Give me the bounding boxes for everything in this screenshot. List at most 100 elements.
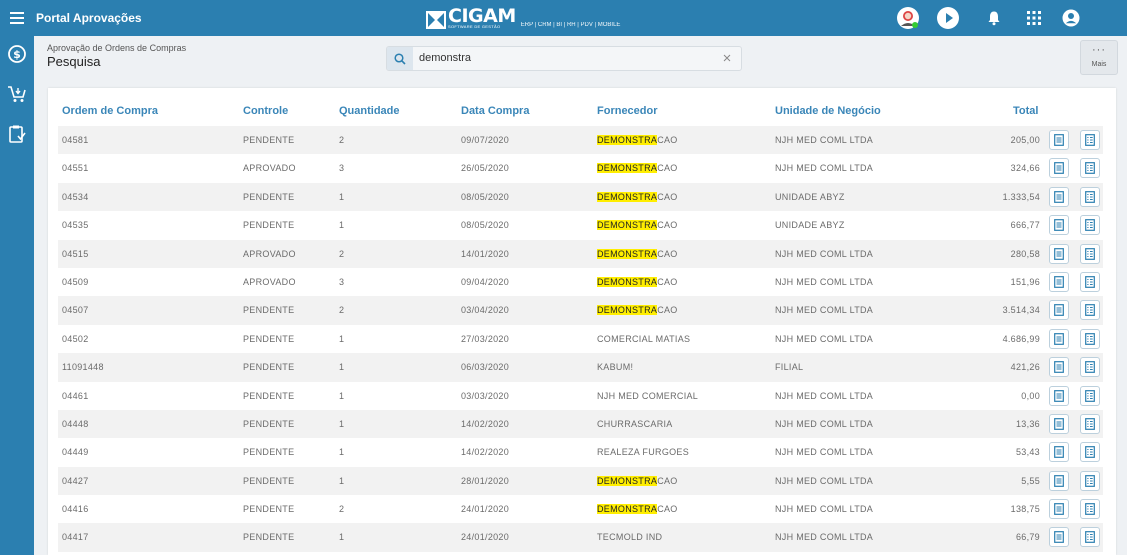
user-avatar-button[interactable]	[896, 6, 920, 30]
cell-ordem: 04461	[62, 390, 89, 401]
checklist-icon	[1085, 503, 1095, 515]
table-row[interactable]: 04581 PENDENTE 2 09/07/2020 DEMONSTRACAO NJH …	[58, 126, 1103, 155]
table-row[interactable]: 04507 PENDENTE 2 03/04/2020 DEMONSTRACAO NJH …	[58, 296, 1103, 325]
search-highlight: DEMONSTRA	[597, 220, 658, 231]
cell-fornecedor: DEMONSTRACAO	[597, 220, 678, 231]
cell-controle: PENDENTE	[243, 390, 295, 401]
view-document-button[interactable]	[1049, 527, 1069, 548]
sidebar-item-financial[interactable]: $	[7, 44, 27, 64]
view-document-button[interactable]	[1049, 413, 1069, 434]
view-items-button[interactable]	[1080, 470, 1100, 491]
checklist-icon	[1085, 190, 1095, 203]
table-row[interactable]: 04535 PENDENTE 1 08/05/2020 DEMONSTRACAO UNID…	[58, 211, 1103, 239]
view-items-button[interactable]	[1080, 158, 1100, 179]
table-row[interactable]: 04551 APROVADO 3 26/05/2020 DEMONSTRACAO NJH …	[58, 154, 1103, 182]
cell-quantidade: 1	[339, 390, 345, 401]
view-document-button[interactable]	[1049, 442, 1069, 463]
play-button[interactable]	[936, 6, 960, 30]
cell-fornecedor: DEMONSTRACAO	[597, 163, 678, 174]
sidebar-item-approvals[interactable]	[7, 124, 27, 144]
view-document-button[interactable]	[1049, 243, 1069, 264]
view-document-button[interactable]	[1049, 499, 1069, 520]
document-icon	[1054, 304, 1064, 317]
search-input[interactable]	[419, 50, 709, 66]
cell-quantidade: 1	[339, 333, 345, 344]
column-header-fornecedor[interactable]: Fornecedor	[597, 105, 658, 117]
sidebar-item-purchases[interactable]	[7, 84, 27, 104]
view-items-button[interactable]	[1080, 271, 1100, 292]
table-row[interactable]: 04502 PENDENTE 1 27/03/2020 COMERCIAL MATIAS…	[58, 325, 1103, 353]
table-row[interactable]: 04515 APROVADO 2 14/01/2020 DEMONSTRACAO NJH …	[58, 239, 1103, 268]
column-header-ordem[interactable]: Ordem de Compra	[62, 105, 158, 117]
cell-total: 53,43	[1015, 447, 1040, 458]
cell-total: 5,55	[1021, 475, 1040, 486]
column-header-total[interactable]: Total	[1013, 105, 1038, 117]
cell-total: 4.686,99	[1002, 333, 1040, 344]
view-items-button[interactable]	[1080, 499, 1100, 520]
document-icon	[1054, 531, 1064, 544]
fornecedor-text: NJH MED COMERCIAL	[597, 390, 699, 401]
column-header-data[interactable]: Data Compra	[461, 105, 529, 117]
table-row[interactable]: 04449 PENDENTE 1 14/02/2020 REALEZA FURGOES N…	[58, 438, 1103, 466]
view-document-button[interactable]	[1049, 215, 1069, 236]
view-items-button[interactable]	[1080, 300, 1100, 321]
account-button[interactable]	[1059, 6, 1083, 30]
fornecedor-text: CAO	[657, 475, 678, 486]
view-document-button[interactable]	[1049, 328, 1069, 349]
view-document-button[interactable]	[1049, 357, 1069, 378]
cell-unidade: NJH MED COML LTDA	[775, 532, 874, 543]
table-row[interactable]: 04427 PENDENTE 1 28/01/2020 DEMONSTRACAO NJH …	[58, 466, 1103, 496]
checklist-icon	[1085, 304, 1095, 317]
table-row[interactable]: 04461 PENDENTE 1 03/03/2020 NJH MED COMERCIA…	[58, 382, 1103, 410]
dollar-icon: $	[8, 45, 26, 63]
view-items-button[interactable]	[1080, 328, 1100, 349]
search-button[interactable]	[387, 47, 413, 70]
cell-ordem: 04502	[62, 333, 89, 344]
view-items-button[interactable]	[1080, 413, 1100, 434]
view-items-button[interactable]	[1080, 243, 1100, 264]
view-items-button[interactable]	[1080, 130, 1100, 150]
cell-controle: PENDENTE	[243, 305, 295, 316]
view-document-button[interactable]	[1049, 130, 1069, 150]
view-document-button[interactable]	[1049, 470, 1069, 491]
more-dots-icon: ···	[1092, 44, 1106, 56]
cell-fornecedor: DEMONSTRACAO	[597, 135, 678, 145]
table-row[interactable]: 11091448 PENDENTE 1 06/03/2020 KABUM! FILIAL 4…	[58, 353, 1103, 382]
more-button[interactable]: ··· Mais	[1080, 40, 1118, 75]
apps-grid-icon	[1027, 11, 1041, 25]
view-document-button[interactable]	[1049, 385, 1069, 406]
view-document-button[interactable]	[1049, 186, 1069, 207]
notifications-button[interactable]	[982, 6, 1006, 30]
column-header-controle[interactable]: Controle	[243, 105, 288, 117]
view-items-button[interactable]	[1080, 385, 1100, 406]
cell-ordem: 04581	[62, 135, 89, 145]
cell-total: 13,36	[1015, 418, 1040, 429]
view-document-button[interactable]	[1049, 300, 1069, 321]
clear-search-button[interactable]	[721, 52, 733, 64]
checklist-icon	[1085, 418, 1095, 430]
view-items-button[interactable]	[1080, 186, 1100, 207]
view-document-button[interactable]	[1049, 271, 1069, 292]
apps-button[interactable]	[1022, 6, 1046, 30]
table-row[interactable]: 04448 PENDENTE 1 14/02/2020 CHURRASCARIA NJH …	[58, 409, 1103, 439]
column-header-quantidade[interactable]: Quantidade	[339, 105, 400, 117]
table-row[interactable]: 04416 PENDENTE 2 24/01/2020 DEMONSTRACAO NJH …	[58, 495, 1103, 523]
play-icon	[937, 7, 959, 29]
cell-data: 14/01/2020	[461, 248, 510, 259]
column-header-unidade[interactable]: Unidade de Negócio	[775, 105, 881, 117]
view-items-button[interactable]	[1080, 527, 1100, 548]
cell-data: 28/01/2020	[461, 475, 510, 486]
cell-unidade: NJH MED COML LTDA	[775, 390, 874, 401]
table-row[interactable]: 04509 APROVADO 3 09/04/2020 DEMONSTRACAO NJH …	[58, 268, 1103, 296]
view-items-button[interactable]	[1080, 357, 1100, 378]
cell-quantidade: 1	[339, 220, 345, 231]
view-items-button[interactable]	[1080, 442, 1100, 463]
fornecedor-text: CAO	[657, 220, 678, 231]
svg-text:$: $	[13, 48, 21, 61]
menu-button[interactable]	[0, 0, 34, 36]
table-row[interactable]: 04417 PENDENTE 1 24/01/2020 TECMOLD IND NJH M…	[58, 523, 1103, 552]
view-document-button[interactable]	[1049, 158, 1069, 179]
cell-data: 03/04/2020	[461, 305, 510, 316]
view-items-button[interactable]	[1080, 215, 1100, 236]
table-row[interactable]: 04534 PENDENTE 1 08/05/2020 DEMONSTRACAO UNID…	[58, 182, 1103, 212]
